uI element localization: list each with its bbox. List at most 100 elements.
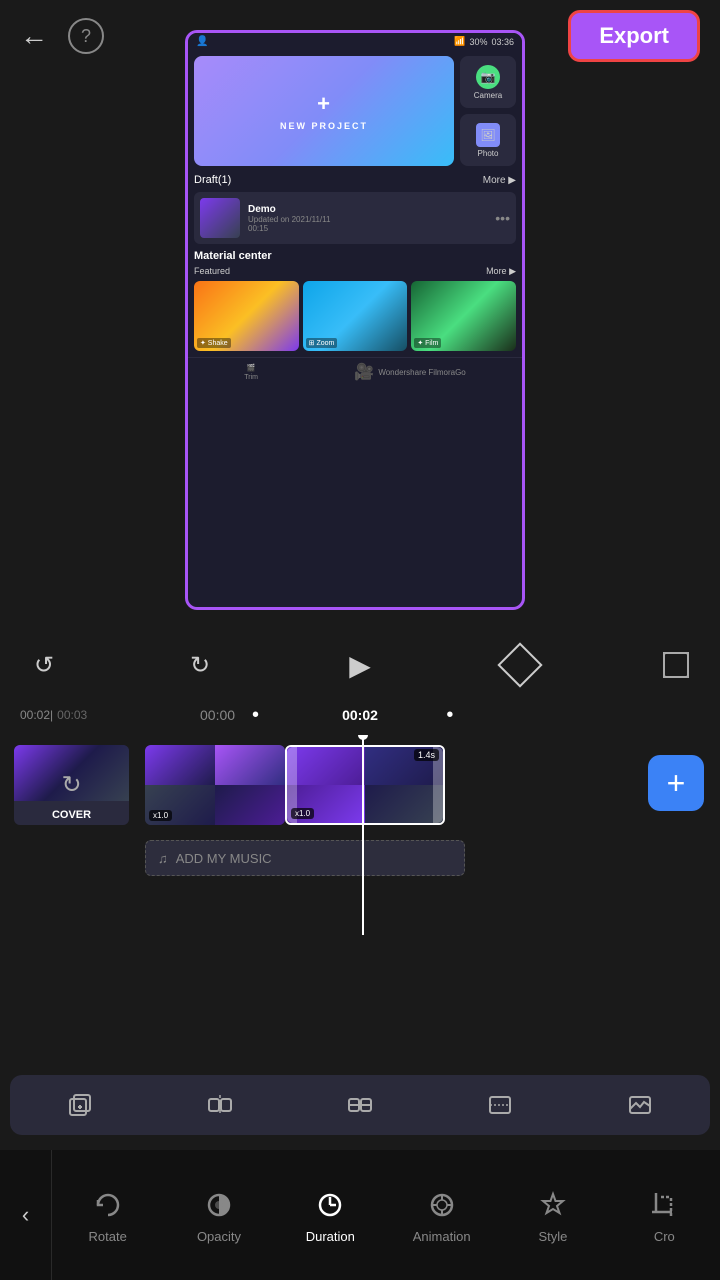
style-icon (535, 1187, 571, 1223)
cover-thumbnail[interactable]: ↻ COVER (14, 745, 129, 825)
featured-grid: ✦ Shake ⊞ Zoom ✦ Film (194, 281, 516, 351)
nav-item-animation[interactable]: Animation (407, 1187, 477, 1244)
video-clip-2-selected[interactable]: 1.4s x1.0 (285, 745, 445, 825)
play-button[interactable]: ▶ (336, 641, 384, 689)
toolbar-split-button[interactable] (198, 1083, 242, 1127)
draft-options-icon[interactable]: ••• (495, 210, 510, 226)
controls-bar: ↺ ↻ ▶ (0, 635, 720, 695)
music-track[interactable]: ♫ ADD MY MUSIC (145, 840, 465, 876)
playhead (362, 735, 364, 935)
featured-label-shake: ✦ Shake (197, 338, 231, 348)
video-clip-1[interactable]: x1.0 (145, 745, 285, 825)
nav-item-opacity[interactable]: Opacity (184, 1187, 254, 1244)
draft-date: Updated on 2021/11/11 (248, 215, 487, 224)
total-time: 00:03 (57, 708, 87, 722)
clip-2-thumb-1 (287, 747, 365, 785)
featured-item-film[interactable]: ✦ Film (411, 281, 516, 351)
status-left: 👤 (196, 36, 208, 47)
animation-label: Animation (413, 1229, 471, 1244)
draft-duration: 00:15 (248, 224, 487, 233)
material-center-header: Material center (194, 250, 516, 262)
trim-icon: 🎬 (247, 364, 256, 372)
draft-item[interactable]: Demo Updated on 2021/11/11 00:15 ••• (194, 192, 516, 244)
rotate-label: Rotate (89, 1229, 127, 1244)
photo-icon: 🖼 (476, 123, 500, 147)
filmora-logo: 🎥 Wondershare FilmoraGo (354, 362, 465, 382)
clip-1-thumb-2 (215, 745, 285, 785)
clip-2-speed-badge: x1.0 (291, 808, 314, 819)
phone-status-bar: 👤 📶 30% 03:36 (188, 33, 522, 50)
toolbar-trim-button[interactable] (478, 1083, 522, 1127)
redo-button[interactable]: ↻ (180, 645, 220, 685)
expand-button[interactable] (656, 645, 696, 685)
style-label: Style (539, 1229, 568, 1244)
add-media-button[interactable]: + (648, 755, 704, 811)
camera-button[interactable]: 📷 Camera (460, 56, 516, 108)
person-icon: 👤 (196, 36, 208, 47)
draft-section: Draft(1) More ▶ (194, 174, 516, 186)
photo-button[interactable]: 🖼 Photo (460, 114, 516, 166)
clip-1-thumb-4 (215, 785, 285, 825)
filmora-name: Wondershare FilmoraGo (378, 368, 465, 377)
phone-content: + NEW PROJECT 📷 Camera 🖼 Photo Draft(1) … (188, 50, 522, 357)
phone-preview: 👤 📶 30% 03:36 + NEW PROJECT 📷 Camera 🖼 P… (185, 30, 525, 610)
status-right: 📶 30% 03:36 (454, 36, 514, 47)
new-project-plus-icon: + (317, 91, 331, 117)
featured-header: Featured More ▶ (194, 266, 516, 277)
opacity-icon (201, 1187, 237, 1223)
nav-item-rotate[interactable]: Rotate (73, 1187, 143, 1244)
draft-more-link[interactable]: More ▶ (483, 175, 516, 186)
bottom-nav-inner: ‹ Rotate Op (0, 1150, 720, 1280)
featured-label-film: ✦ Film (414, 338, 441, 348)
featured-item-zoom[interactable]: ⊞ Zoom (303, 281, 408, 351)
featured-label-zoom: ⊞ Zoom (306, 338, 338, 348)
toolbar-speed-button[interactable] (338, 1083, 382, 1127)
toolbar-effect-button[interactable] (618, 1083, 662, 1127)
help-button[interactable]: ? (68, 18, 104, 54)
toolbar-copy-button[interactable] (58, 1083, 102, 1127)
animation-icon (424, 1187, 460, 1223)
diamond-icon (497, 642, 542, 687)
timeline-dot-left: • (252, 704, 259, 727)
new-project-label: NEW PROJECT (280, 121, 368, 131)
clip-2-thumb-4 (365, 785, 443, 823)
cover-refresh-icon: ↻ (61, 771, 81, 800)
cover-label: COVER (52, 809, 91, 821)
opacity-label: Opacity (197, 1229, 241, 1244)
clip-2-duration-badge: 1.4s (414, 749, 439, 761)
music-note-icon: ♫ (158, 851, 168, 866)
camera-label: Camera (474, 91, 502, 100)
diamond-button[interactable] (500, 645, 540, 685)
undo-button[interactable]: ↺ (24, 645, 64, 685)
trim-label: Trim (244, 374, 258, 381)
featured-more-link[interactable]: More ▶ (486, 266, 516, 277)
side-buttons: 📷 Camera 🖼 Photo (460, 56, 516, 166)
new-project-card[interactable]: + NEW PROJECT (194, 56, 454, 166)
back-button[interactable]: ← (20, 20, 48, 52)
duration-label: Duration (306, 1229, 355, 1244)
draft-thumbnail (200, 198, 240, 238)
nav-item-crop[interactable]: Cro (629, 1187, 699, 1244)
timeline-start-time: 00:00 (200, 707, 235, 723)
edit-toolbar (10, 1075, 710, 1135)
nav-item-duration[interactable]: Duration (295, 1187, 365, 1244)
filmora-icon: 🎥 (354, 362, 374, 382)
trim-button[interactable]: 🎬 Trim (244, 364, 258, 381)
draft-info: Demo Updated on 2021/11/11 00:15 (248, 204, 487, 233)
duration-icon (312, 1187, 348, 1223)
nav-item-style[interactable]: Style (518, 1187, 588, 1244)
time-text: 03:36 (491, 37, 514, 47)
signal-icon: 📶 (454, 36, 465, 47)
bottom-nav: ‹ Rotate Op (0, 1150, 720, 1280)
nav-back-button[interactable]: ‹ (0, 1150, 52, 1280)
export-button[interactable]: Export (568, 10, 700, 62)
featured-label: Featured (194, 266, 230, 277)
top-left-controls: ← ? (20, 18, 104, 54)
expand-icon (662, 651, 690, 679)
rotate-icon (90, 1187, 126, 1223)
battery-text: 30% (469, 37, 487, 47)
featured-item-shake[interactable]: ✦ Shake (194, 281, 299, 351)
clip-1-speed-badge: x1.0 (149, 810, 172, 821)
timeline-dot-right: • (446, 704, 453, 727)
photo-label: Photo (478, 149, 499, 158)
